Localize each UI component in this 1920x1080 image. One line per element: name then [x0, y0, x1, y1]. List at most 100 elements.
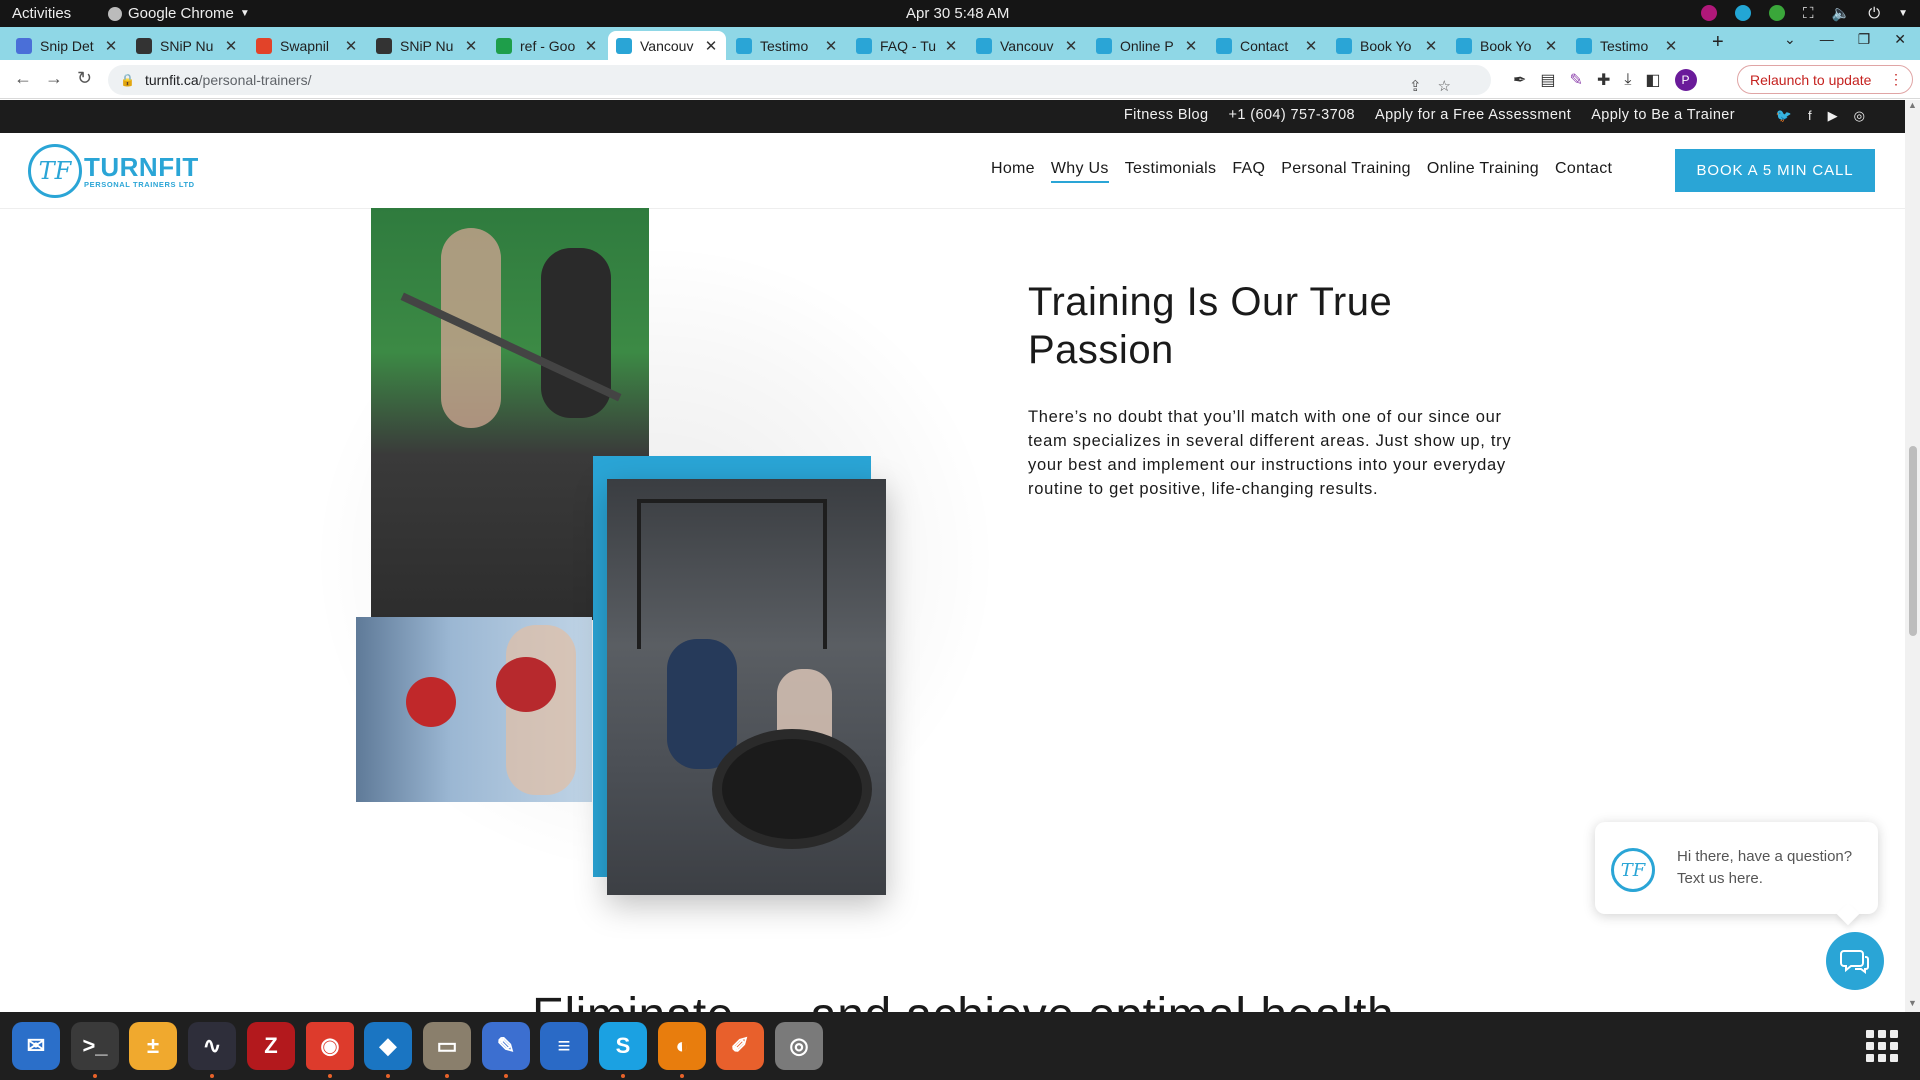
tab-close-icon[interactable]: ✕ [584, 37, 598, 55]
eyedropper-icon[interactable]: ✒ [1513, 70, 1526, 90]
reload-icon[interactable]: ↻ [77, 68, 92, 89]
chat-prompt-bubble[interactable]: TF Hi there, have a question? Text us he… [1595, 822, 1878, 926]
skype-icon[interactable]: S [599, 1022, 647, 1070]
chrome-icon[interactable]: ◉ [306, 1022, 354, 1070]
restore-icon[interactable]: ❐ [1858, 31, 1871, 48]
nav-item-home[interactable]: Home [991, 160, 1035, 183]
browser-tab[interactable]: FAQ - Tu ✕ [848, 31, 966, 60]
disks-icon[interactable]: ◎ [775, 1022, 823, 1070]
nav-item-testimonials[interactable]: Testimonials [1125, 160, 1217, 183]
close-window-icon[interactable]: ✕ [1894, 31, 1906, 48]
bookmark-star-icon[interactable]: ☆ [1438, 77, 1451, 95]
nav-item-personal-training[interactable]: Personal Training [1281, 160, 1411, 183]
page-scrollbar[interactable]: ▲ ▼ [1905, 100, 1920, 1012]
lock-icon[interactable]: 🔒 [120, 73, 135, 87]
tab-close-icon[interactable]: ✕ [944, 37, 958, 55]
system-tray[interactable]: ⛶ 🔈 ⏻ ▼ [1701, 4, 1908, 22]
activities-button[interactable]: Activities [12, 5, 71, 22]
browser-tab[interactable]: ref - Goo ✕ [488, 31, 606, 60]
tab-close-icon[interactable]: ✕ [1064, 37, 1078, 55]
calculator-icon[interactable]: ± [129, 1022, 177, 1070]
system-monitor-icon[interactable]: ∿ [188, 1022, 236, 1070]
tab-close-icon[interactable]: ✕ [344, 37, 358, 55]
topbar-link[interactable]: Apply to Be a Trainer [1591, 107, 1735, 123]
filezilla-icon[interactable]: Z [247, 1022, 295, 1070]
tray-check-icon[interactable] [1769, 5, 1786, 21]
scroll-up-icon[interactable]: ▲ [1908, 100, 1917, 110]
minimize-icon[interactable]: — [1820, 31, 1834, 48]
browser-tab[interactable]: Book Yo ✕ [1448, 31, 1566, 60]
app-menu[interactable]: Google Chrome ▼ [108, 5, 250, 22]
nav-item-contact[interactable]: Contact [1555, 160, 1612, 183]
browser-tab[interactable]: Vancouv ✕ [968, 31, 1086, 60]
tab-close-icon[interactable]: ✕ [464, 37, 478, 55]
download-icon[interactable]: ⤓ [1624, 71, 1631, 89]
vscode-icon[interactable]: ◆ [364, 1022, 412, 1070]
network-icon[interactable]: ⛶ [1803, 5, 1814, 22]
topbar-link[interactable]: Fitness Blog [1124, 107, 1209, 123]
nav-item-online-training[interactable]: Online Training [1427, 160, 1539, 183]
scrollbar-thumb[interactable] [1909, 446, 1917, 636]
terminal-icon[interactable]: >_ [71, 1022, 119, 1070]
browser-tab[interactable]: SNiP Nu ✕ [128, 31, 246, 60]
browser-tab[interactable]: Vancouv ✕ [608, 31, 726, 60]
power-icon[interactable]: ⏻ [1868, 5, 1880, 22]
side-panel-icon[interactable]: ◧ [1645, 70, 1660, 90]
address-bar[interactable]: 🔒 turnfit.ca/personal-trainers/ ⇪ ☆ [108, 65, 1491, 95]
facebook-icon[interactable]: f [1808, 108, 1812, 124]
topbar-link[interactable]: Apply for a Free Assessment [1375, 107, 1571, 123]
tray-app-icon[interactable] [1701, 5, 1718, 21]
chat-launcher-button[interactable] [1826, 932, 1884, 990]
browser-tab[interactable]: Testimo ✕ [728, 31, 846, 60]
back-icon[interactable]: ← [14, 68, 32, 89]
browser-tab[interactable]: Swapnil ✕ [248, 31, 366, 60]
forward-icon[interactable]: → [45, 68, 63, 89]
tab-favicon-icon [976, 37, 992, 54]
tab-title: Swapnil [280, 37, 330, 54]
browser-tab[interactable]: Contact ✕ [1208, 31, 1326, 60]
tab-close-icon[interactable]: ✕ [1184, 37, 1198, 55]
tab-close-icon[interactable]: ✕ [224, 37, 238, 55]
browser-tab[interactable]: Book Yo ✕ [1328, 31, 1446, 60]
tab-search-icon[interactable]: ⌄ [1784, 31, 1796, 48]
tab-close-icon[interactable]: ✕ [1424, 37, 1438, 55]
profile-avatar[interactable]: P [1674, 69, 1697, 91]
share-icon[interactable]: ⇪ [1409, 77, 1422, 95]
tab-close-icon[interactable]: ✕ [1304, 37, 1318, 55]
browser-tab[interactable]: SNiP Nu ✕ [368, 31, 486, 60]
tab-close-icon[interactable]: ✕ [704, 37, 718, 55]
chevron-down-icon[interactable]: ▼ [1898, 8, 1908, 19]
browser-tab[interactable]: Snip Det ✕ [8, 31, 126, 60]
tab-close-icon[interactable]: ✕ [1544, 37, 1558, 55]
nav-item-faq[interactable]: FAQ [1232, 160, 1265, 183]
puzzle-extensions-icon[interactable]: ✚ [1597, 70, 1610, 90]
turnfit-logo[interactable]: TF TURNFIT PERSONAL TRAINERS LTD [28, 144, 199, 198]
twitter-icon[interactable]: 🐦 [1776, 108, 1792, 124]
nav-item-why-us[interactable]: Why Us [1050, 160, 1109, 183]
relaunch-button[interactable]: Relaunch to update ⋮ [1737, 65, 1913, 94]
tab-close-icon[interactable]: ✕ [1664, 37, 1678, 55]
clock[interactable]: Apr 30 5:48 AM [906, 5, 1009, 22]
tray-sync-icon[interactable] [1735, 5, 1752, 21]
volume-icon[interactable]: 🔈 [1832, 4, 1851, 22]
libreoffice-writer-icon[interactable]: ≡ [540, 1022, 588, 1070]
scroll-down-icon[interactable]: ▼ [1908, 998, 1917, 1008]
browser-tab[interactable]: Testimo ✕ [1568, 31, 1686, 60]
pen-extension-icon[interactable]: ✎ [1570, 70, 1583, 90]
drawing-icon[interactable]: ✐ [716, 1022, 764, 1070]
new-tab-button[interactable]: + [1712, 31, 1724, 54]
show-apps-icon[interactable] [1866, 1030, 1898, 1062]
more-menu-icon[interactable]: ⋮ [1889, 71, 1903, 88]
thunderbird-icon[interactable]: ✉ [12, 1022, 60, 1070]
tab-close-icon[interactable]: ✕ [104, 37, 118, 55]
browser-tab[interactable]: Online P ✕ [1088, 31, 1206, 60]
topbar-link[interactable]: +1 (604) 757-3708 [1228, 107, 1355, 123]
files-icon[interactable]: ▭ [423, 1022, 471, 1070]
book-call-button[interactable]: BOOK A 5 MIN CALL [1675, 149, 1875, 192]
instagram-icon[interactable]: ◎ [1854, 108, 1865, 124]
youtube-icon[interactable]: ▶ [1828, 108, 1838, 124]
text-editor-icon[interactable]: ✎ [482, 1022, 530, 1070]
calendar-extension-icon[interactable]: ▤ [1540, 70, 1555, 90]
tab-close-icon[interactable]: ✕ [824, 37, 838, 55]
blender-icon[interactable]: ◐ [658, 1022, 706, 1070]
